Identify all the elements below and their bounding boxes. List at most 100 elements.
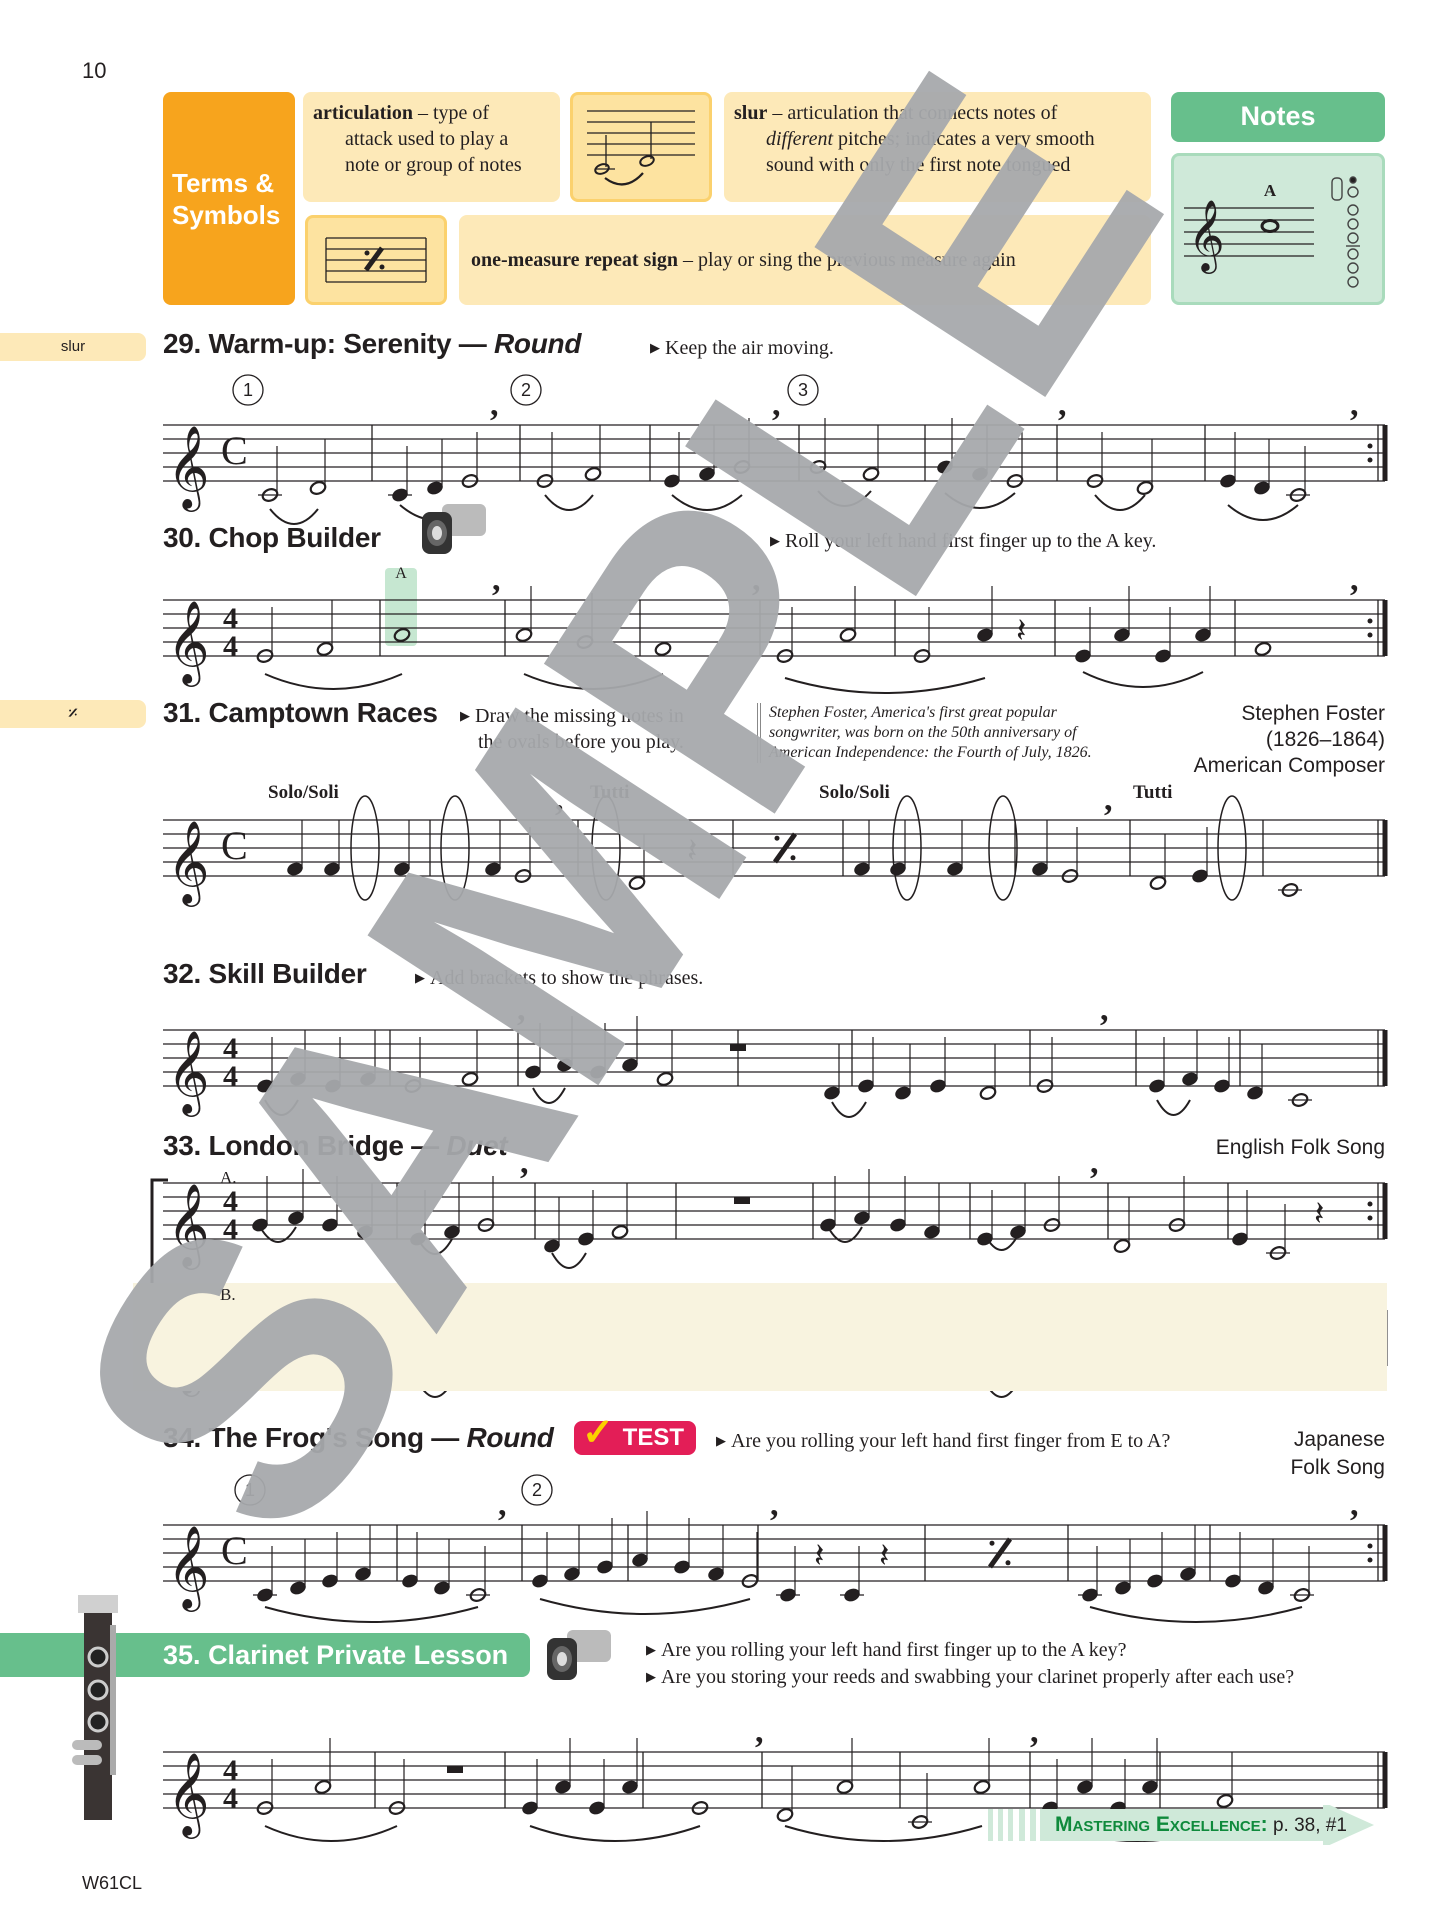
note-head	[355, 1567, 371, 1581]
note-head	[290, 1072, 306, 1086]
breath-mark: ,	[755, 1713, 764, 1750]
exercise-name: Chop Builder	[208, 522, 381, 553]
round-marker-number: 2	[521, 380, 531, 400]
instruction-text: Draw the missing notes in	[475, 705, 684, 727]
slur-mark	[784, 677, 986, 694]
note-head	[699, 467, 715, 481]
exercise-34-instruction: ▶ Are you rolling your left hand first fi…	[716, 1430, 1171, 1452]
note-head	[972, 467, 988, 481]
exercise-name: London Bridge	[208, 1130, 404, 1161]
exercise-32-title: 32. Skill Builder	[163, 958, 367, 990]
slur-mark	[264, 1606, 479, 1623]
repeat-dot	[1367, 1215, 1373, 1221]
test-label: TEST	[622, 1424, 684, 1451]
mastering-ref: p. 38, #1	[1267, 1815, 1347, 1836]
note-head	[1032, 862, 1048, 876]
note-head	[578, 1232, 594, 1246]
note-head	[1232, 1232, 1248, 1246]
breath-mark: ,	[1100, 991, 1109, 1028]
note-head	[664, 474, 680, 488]
note-head	[1149, 876, 1167, 890]
trivia-line: American Independence: the Fourth of Jul…	[769, 744, 1092, 761]
slur-mark	[529, 1825, 701, 1842]
slur-mark	[1227, 504, 1299, 521]
exercise-31-title: 31. Camptown Races	[163, 697, 438, 729]
note-head	[1115, 1581, 1131, 1595]
instruction-text: Are you rolling your left hand first fin…	[731, 1430, 1171, 1452]
treble-clef-icon: 𝄞	[167, 1751, 210, 1839]
note-label: A	[395, 565, 407, 582]
breath-mark: ,	[555, 781, 564, 818]
instruction-text: Roll your left hand first finger up to t…	[785, 530, 1157, 552]
slur-mark	[264, 1099, 299, 1116]
breath-mark: ,	[772, 386, 781, 423]
exercise-35-instruction: ▶ Are you rolling your left hand first fi…	[646, 1639, 1127, 1661]
video-camera-icon[interactable]	[420, 500, 490, 560]
treble-clef-icon: 𝄞	[167, 1029, 210, 1117]
note-head	[590, 1065, 606, 1079]
breath-mark: ,	[520, 1144, 529, 1181]
note-head	[309, 481, 327, 495]
repeat-dot	[1367, 1557, 1373, 1563]
note-head	[973, 1780, 991, 1794]
exercise-32-instruction: ▶ Add brackets to show the phrases.	[415, 967, 704, 989]
exercise-30-title: 30. Chop Builder	[163, 522, 381, 554]
note-head	[555, 1780, 571, 1794]
note-head	[890, 1218, 906, 1232]
exercise-name: Camptown Races	[208, 697, 439, 728]
quarter-rest: 𝄽	[1314, 1194, 1324, 1234]
time-signature: 4	[223, 1782, 238, 1815]
exercise-31-instruction: ▶ Draw the missing notes in the ovals befo…	[460, 705, 684, 753]
instruction-text: Are you storing your reeds and swabbing …	[661, 1666, 1295, 1688]
note-head	[1077, 1780, 1093, 1794]
note-head	[890, 862, 906, 876]
time-signature: 4	[223, 1213, 238, 1246]
slur-mark	[827, 1226, 863, 1243]
time-signature: 4	[223, 630, 238, 663]
note-head	[1258, 1581, 1274, 1595]
repeat-dot	[1367, 1543, 1373, 1549]
note-head	[858, 1079, 874, 1093]
tutti-label: Tutti	[590, 782, 630, 803]
slur-mark	[539, 1598, 751, 1615]
breath-mark: ,	[490, 386, 499, 423]
note-head	[444, 1225, 460, 1239]
mastering-excellence-link[interactable]: Mastering Excellence: p. 38, #1	[1055, 1810, 1347, 1841]
note-head	[515, 628, 533, 642]
note-head	[525, 1065, 541, 1079]
note-head	[622, 1780, 638, 1794]
video-camera-icon[interactable]	[545, 1626, 615, 1686]
note-head	[324, 862, 340, 876]
note-head	[628, 876, 646, 890]
note-head	[1142, 1780, 1158, 1794]
breath-mark: ,	[1030, 1713, 1039, 1750]
note-head	[924, 1225, 940, 1239]
note-head	[589, 1801, 605, 1815]
note-head	[314, 1780, 332, 1794]
slur-mark	[944, 492, 1016, 509]
dash: —	[423, 1422, 467, 1453]
note-head	[839, 628, 857, 642]
note-head	[632, 1553, 648, 1567]
slur-mark	[671, 494, 743, 511]
breath-mark: ,	[492, 561, 501, 598]
exercise-30-instruction: ▶ Roll your left hand first finger up to …	[770, 530, 1157, 552]
note-head	[597, 1560, 613, 1574]
note-head	[1114, 628, 1130, 642]
slur-mark	[1156, 1099, 1191, 1116]
note-head	[394, 862, 410, 876]
note-head	[862, 467, 880, 481]
note-head	[977, 628, 993, 642]
note-head	[1220, 474, 1236, 488]
note-head	[1214, 1079, 1230, 1093]
repeat-dot	[1005, 1560, 1011, 1566]
note-head	[1180, 1567, 1196, 1581]
exercise-subtitle: Duet	[446, 1130, 508, 1161]
note-head	[820, 1218, 836, 1232]
treble-clef-icon: 𝄞	[167, 424, 210, 512]
note-head	[257, 1079, 273, 1093]
note-head	[322, 1574, 338, 1588]
repeat-dot	[1367, 618, 1373, 624]
note-head	[708, 1567, 724, 1581]
treble-clef-icon: 𝄞	[167, 1182, 210, 1270]
